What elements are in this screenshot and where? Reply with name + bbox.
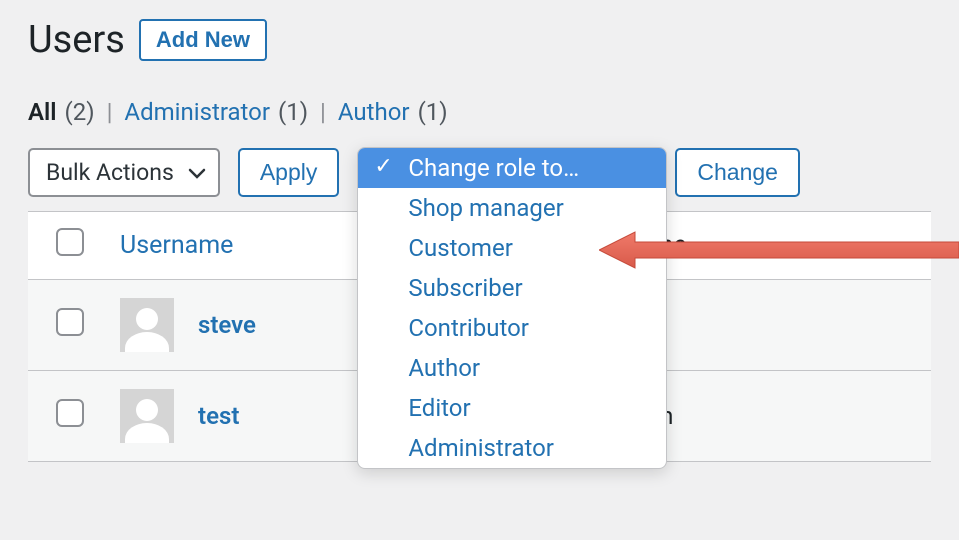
filter-all[interactable]: All xyxy=(28,98,57,126)
annotation-arrow-icon xyxy=(599,230,959,274)
select-all-checkbox[interactable] xyxy=(56,228,84,256)
role-option-contributor[interactable]: Contributor xyxy=(358,308,666,348)
change-button[interactable]: Change xyxy=(675,148,800,197)
username-link[interactable]: steve xyxy=(198,311,256,339)
filter-author-count: (1) xyxy=(418,98,448,126)
filter-all-count: (2) xyxy=(65,98,95,126)
apply-button[interactable]: Apply xyxy=(238,148,340,197)
username-link[interactable]: test xyxy=(198,402,239,430)
row-checkbox[interactable] xyxy=(56,308,84,336)
avatar xyxy=(120,389,174,443)
add-new-button[interactable]: Add New xyxy=(139,19,267,61)
role-option-change-role-to[interactable]: Change role to… xyxy=(358,148,666,188)
filter-author[interactable]: Author xyxy=(338,98,410,126)
filter-separator: | xyxy=(103,98,117,126)
filter-administrator-count: (1) xyxy=(278,98,308,126)
page-title: Users xyxy=(28,18,125,62)
row-checkbox[interactable] xyxy=(56,399,84,427)
user-filters: All (2) | Administrator (1) | Author (1) xyxy=(0,62,959,142)
role-option-editor[interactable]: Editor xyxy=(358,388,666,428)
role-option-author[interactable]: Author xyxy=(358,348,666,388)
filter-separator: | xyxy=(316,98,330,126)
role-dropdown-menu: Change role to… Shop manager Customer Su… xyxy=(357,147,667,469)
bulk-actions-label: Bulk Actions xyxy=(46,159,174,186)
role-option-administrator[interactable]: Administrator xyxy=(358,428,666,468)
avatar xyxy=(120,298,174,352)
filter-administrator[interactable]: Administrator xyxy=(124,98,270,126)
role-option-shop-manager[interactable]: Shop manager xyxy=(358,188,666,228)
bulk-actions-select[interactable]: Bulk Actions xyxy=(28,148,220,197)
chevron-down-icon xyxy=(188,159,206,186)
